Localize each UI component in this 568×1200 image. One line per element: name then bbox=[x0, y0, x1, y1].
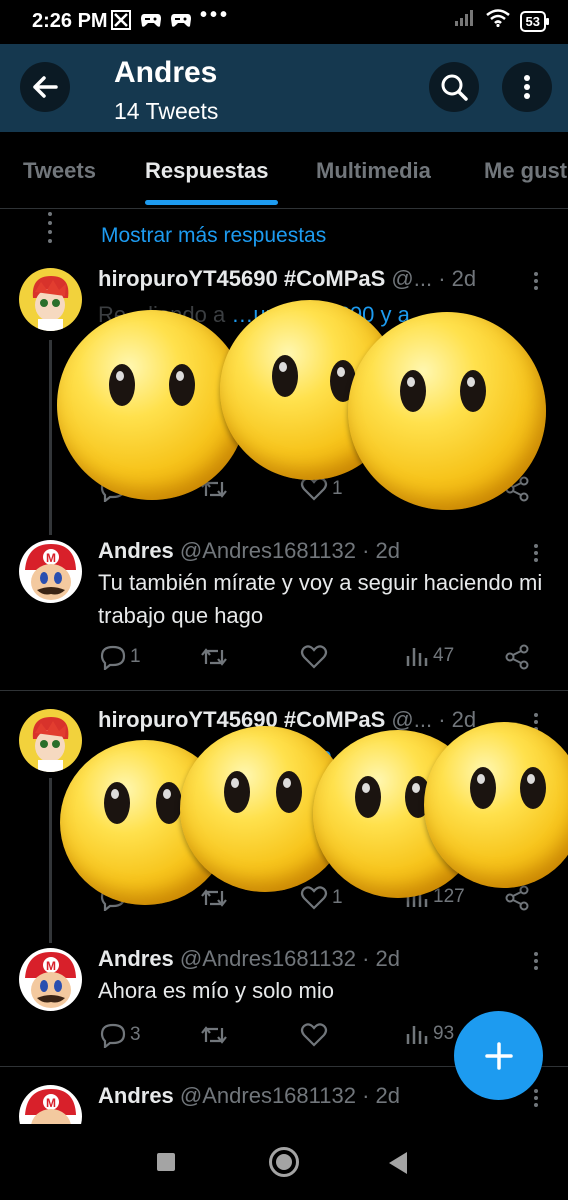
tweet-header: Andres @Andres1681132 · 2d bbox=[98, 1083, 518, 1109]
battery-indicator: 53 bbox=[519, 10, 550, 32]
tweet-more-icon[interactable] bbox=[534, 542, 540, 565]
plus-icon bbox=[484, 1041, 513, 1070]
thread-line bbox=[49, 778, 52, 943]
face-without-mouth-emoji bbox=[57, 310, 247, 500]
bar-chart-icon bbox=[406, 648, 428, 666]
heart-icon bbox=[300, 645, 328, 669]
avatar[interactable]: M bbox=[19, 1085, 82, 1124]
heart-icon bbox=[300, 1023, 328, 1047]
share-icon bbox=[505, 885, 529, 911]
svg-text:M: M bbox=[46, 959, 56, 973]
author-handle-time: @Andres1681132 · 2d bbox=[173, 1083, 400, 1108]
avatar[interactable]: M bbox=[19, 948, 82, 1011]
retweet-icon bbox=[201, 889, 227, 907]
gamepad-icon bbox=[170, 9, 192, 31]
avatar[interactable]: M bbox=[19, 540, 82, 603]
author-name[interactable]: Andres bbox=[98, 1083, 174, 1108]
tweet-text: Ahora es mío y solo mio bbox=[98, 978, 334, 1003]
search-button[interactable] bbox=[429, 62, 479, 112]
tweet-more-icon[interactable] bbox=[534, 950, 540, 973]
like-button[interactable] bbox=[300, 644, 332, 670]
views-button[interactable]: 93 bbox=[405, 1022, 454, 1046]
author-handle-time: @Andres1681132 · 2d bbox=[173, 946, 400, 971]
tab-multimedia[interactable]: Multimedia bbox=[316, 158, 431, 184]
share-button[interactable] bbox=[504, 885, 530, 911]
tab-tweets[interactable]: Tweets bbox=[23, 158, 96, 184]
reply-icon bbox=[100, 1023, 126, 1048]
wifi-icon bbox=[485, 9, 510, 33]
back-nav-button[interactable] bbox=[389, 1152, 407, 1174]
views-button[interactable]: 47 bbox=[405, 644, 454, 668]
author-handle-time: @Andres1681132 · 2d bbox=[173, 538, 400, 563]
tweet-count: 14 Tweets bbox=[114, 98, 219, 124]
share-icon bbox=[505, 644, 529, 670]
notification-icons bbox=[110, 9, 192, 31]
tweet-text: Tu también mírate y voy a seguir haciend… bbox=[98, 570, 543, 628]
thread-line bbox=[49, 340, 52, 535]
thread-dots bbox=[48, 212, 52, 248]
more-notifications-icon: ••• bbox=[200, 4, 231, 26]
back-button[interactable] bbox=[20, 62, 70, 112]
retweet-icon bbox=[201, 1026, 227, 1044]
more-options-button[interactable] bbox=[502, 62, 552, 112]
more-vertical-icon bbox=[524, 75, 530, 99]
x-icon bbox=[110, 9, 132, 31]
svg-text:M: M bbox=[46, 1096, 56, 1110]
tab-me-gusta[interactable]: Me gust bbox=[484, 158, 567, 184]
tweet-more-icon[interactable] bbox=[534, 270, 540, 293]
retweet-button[interactable] bbox=[200, 1022, 228, 1048]
arrow-left-icon bbox=[33, 76, 58, 98]
bar-chart-icon bbox=[406, 1026, 428, 1044]
face-without-mouth-emoji bbox=[348, 312, 546, 510]
tweet-header: Andres @Andres1681132 · 2d bbox=[98, 946, 518, 972]
active-tab-indicator bbox=[145, 200, 278, 205]
show-more-replies-link[interactable]: Mostrar más respuestas bbox=[101, 224, 326, 248]
retweet-button[interactable] bbox=[200, 644, 228, 670]
author-handle-time: @... · 2d bbox=[385, 707, 477, 732]
reply-icon bbox=[100, 645, 126, 670]
profile-tabs: Tweets Respuestas Multimedia Me gust bbox=[0, 132, 568, 209]
tweet-divider bbox=[0, 690, 568, 691]
retweet-button[interactable] bbox=[200, 885, 228, 911]
profile-header: Andres 14 Tweets bbox=[0, 44, 568, 132]
share-button[interactable] bbox=[504, 644, 530, 670]
heart-icon bbox=[300, 886, 328, 910]
author-name[interactable]: hiropuroYT45690 #CoMPaS bbox=[98, 266, 385, 291]
like-button[interactable]: 1 bbox=[300, 885, 343, 911]
home-button[interactable] bbox=[269, 1147, 299, 1177]
profile-name: Andres bbox=[114, 56, 218, 89]
tweet-actions: 1 47 bbox=[100, 644, 540, 674]
tab-respuestas[interactable]: Respuestas bbox=[145, 158, 269, 184]
tweet-header: Andres @Andres1681132 · 2d bbox=[98, 538, 518, 564]
reply-button[interactable]: 1 bbox=[100, 644, 141, 670]
author-name[interactable]: Andres bbox=[98, 538, 174, 563]
author-handle-time: @... · 2d bbox=[385, 266, 477, 291]
avatar[interactable] bbox=[19, 268, 82, 331]
svg-text:M: M bbox=[46, 551, 56, 565]
author-name[interactable]: Andres bbox=[98, 946, 174, 971]
system-nav-bar bbox=[0, 1124, 568, 1200]
tweet-more-icon[interactable] bbox=[534, 1087, 540, 1110]
recent-apps-button[interactable] bbox=[157, 1153, 175, 1171]
signal-icon bbox=[454, 9, 476, 33]
compose-tweet-button[interactable] bbox=[454, 1011, 543, 1100]
gamepad-icon bbox=[140, 9, 162, 31]
tweet-header: hiropuroYT45690 #CoMPaS @... · 2d bbox=[98, 266, 518, 292]
status-bar: 2:26 PM ••• 53 bbox=[0, 0, 568, 44]
like-button[interactable] bbox=[300, 1022, 332, 1048]
avatar[interactable] bbox=[19, 709, 82, 772]
reply-button[interactable]: 3 bbox=[100, 1022, 141, 1048]
search-icon bbox=[441, 74, 468, 101]
tweet-header: hiropuroYT45690 #CoMPaS @... · 2d bbox=[98, 707, 518, 733]
status-time: 2:26 PM bbox=[32, 10, 108, 32]
retweet-icon bbox=[201, 648, 227, 666]
